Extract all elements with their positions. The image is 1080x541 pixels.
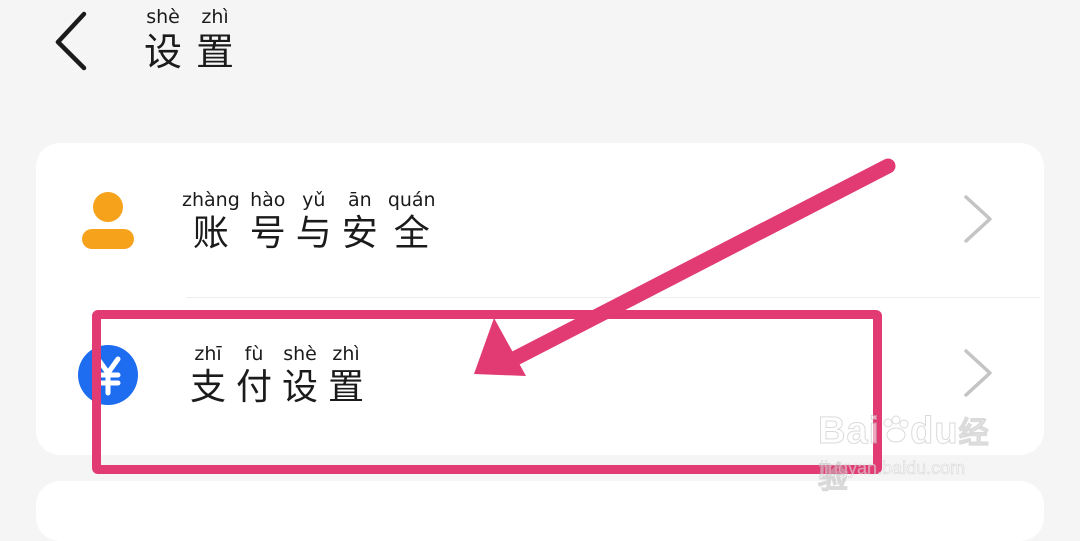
label-char: yǔ 与 <box>296 191 332 252</box>
back-button[interactable] <box>38 6 108 76</box>
label-hanzi: 置 <box>328 367 365 408</box>
settings-card-next <box>36 481 1044 541</box>
label-char: quán 全 <box>388 191 436 252</box>
label-pinyin: quán <box>387 189 436 211</box>
label-char: ān 安 <box>342 191 378 252</box>
label-hanzi: 全 <box>393 213 430 254</box>
label-char: hào 号 <box>250 191 286 252</box>
label-hanzi: 与 <box>295 213 332 254</box>
menu-item-account-security[interactable]: zhàng 账 hào 号 yǔ 与 ān 安 quán 全 <box>36 143 1044 293</box>
label-hanzi: 号 <box>249 213 286 254</box>
label-char: fù 付 <box>236 345 272 406</box>
title-char: shè 设 <box>144 6 183 74</box>
title-pinyin: shè <box>146 6 180 28</box>
label-pinyin: zhàng <box>182 189 240 211</box>
menu-item-pay-settings[interactable]: zhī 支 fù 付 shè 设 zhì 置 <box>36 299 1044 449</box>
label-pinyin: yǔ <box>302 189 326 211</box>
menu-item-label: zhàng 账 hào 号 yǔ 与 ān 安 quán 全 <box>182 191 436 252</box>
label-char: zhī 支 <box>190 345 226 406</box>
label-hanzi: 设 <box>282 367 319 408</box>
label-char: zhì 置 <box>328 345 364 406</box>
settings-card: zhàng 账 hào 号 yǔ 与 ān 安 quán 全 zhī 支 fù … <box>36 143 1044 455</box>
chevron-right-icon <box>964 195 992 243</box>
label-char: shè 设 <box>282 345 318 406</box>
title-hanzi: 置 <box>196 30 235 74</box>
label-pinyin: zhì <box>332 343 360 365</box>
label-pinyin: zhī <box>194 343 222 365</box>
label-hanzi: 付 <box>236 367 273 408</box>
label-pinyin: shè <box>283 343 317 365</box>
label-hanzi: 支 <box>190 367 227 408</box>
label-pinyin: hào <box>250 189 286 211</box>
chevron-right-icon <box>964 349 992 397</box>
yuan-icon <box>78 345 138 405</box>
title-hanzi: 设 <box>144 30 183 74</box>
user-icon <box>82 192 134 249</box>
label-hanzi: 安 <box>341 213 378 254</box>
watermark-url: jingyan.baidu.com <box>820 458 966 479</box>
label-pinyin: fù <box>244 343 264 365</box>
menu-item-label: zhī 支 fù 付 shè 设 zhì 置 <box>190 345 364 406</box>
label-hanzi: 账 <box>192 213 229 254</box>
title-char: zhì 置 <box>196 6 235 74</box>
label-pinyin: ān <box>347 189 372 211</box>
chevron-left-icon <box>55 11 87 71</box>
page-title: shè 设 zhì 置 <box>144 6 235 74</box>
divider <box>186 297 1040 298</box>
title-pinyin: zhì <box>201 6 229 28</box>
label-char: zhàng 账 <box>182 191 240 252</box>
